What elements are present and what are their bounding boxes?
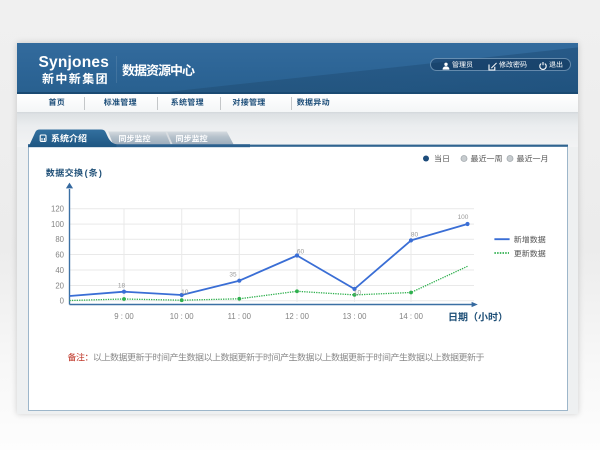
- svg-text:最近一周: 最近一周: [471, 154, 503, 165]
- svg-text:120: 120: [51, 205, 65, 214]
- svg-text:当日: 当日: [434, 154, 450, 165]
- svg-text:35: 35: [229, 272, 237, 279]
- svg-text:13 : 00: 13 : 00: [343, 312, 368, 321]
- svg-text:10: 10: [181, 289, 189, 296]
- svg-text:同步监控: 同步监控: [119, 134, 151, 145]
- svg-text:100: 100: [51, 220, 65, 229]
- svg-text:同步监控: 同步监控: [176, 134, 208, 145]
- svg-text:最近一月: 最近一月: [517, 154, 549, 165]
- svg-text:备注：以上数据更新于时间产生数据以上数据更新于时间产生数据以: 备注：以上数据更新于时间产生数据以上数据更新于时间产生数据以上数据更新于时间产生…: [68, 351, 485, 364]
- svg-text:40: 40: [55, 266, 64, 275]
- svg-text:系统介绍: 系统介绍: [51, 131, 87, 144]
- svg-text:新增数据: 新增数据: [514, 235, 546, 246]
- svg-text:20: 20: [55, 281, 64, 290]
- svg-text:11 : 00: 11 : 00: [228, 312, 252, 321]
- svg-text:10: 10: [354, 290, 362, 297]
- svg-text:60: 60: [55, 250, 64, 259]
- svg-text:12 : 00: 12 : 00: [285, 312, 310, 321]
- svg-text:18: 18: [118, 283, 126, 290]
- svg-text:9 : 00: 9 : 00: [114, 312, 134, 321]
- svg-text:14 : 00: 14 : 00: [399, 312, 424, 321]
- svg-text:10 : 00: 10 : 00: [170, 312, 195, 321]
- svg-text:100: 100: [458, 214, 469, 221]
- svg-text:0: 0: [60, 297, 65, 306]
- svg-text:60: 60: [297, 248, 305, 255]
- svg-text:80: 80: [411, 232, 419, 239]
- svg-text:80: 80: [55, 235, 64, 244]
- svg-text:数据交换(条): 数据交换(条): [46, 166, 102, 179]
- svg-text:更新数据: 更新数据: [514, 248, 546, 259]
- svg-text:日期（小时）: 日期（小时）: [448, 309, 508, 324]
